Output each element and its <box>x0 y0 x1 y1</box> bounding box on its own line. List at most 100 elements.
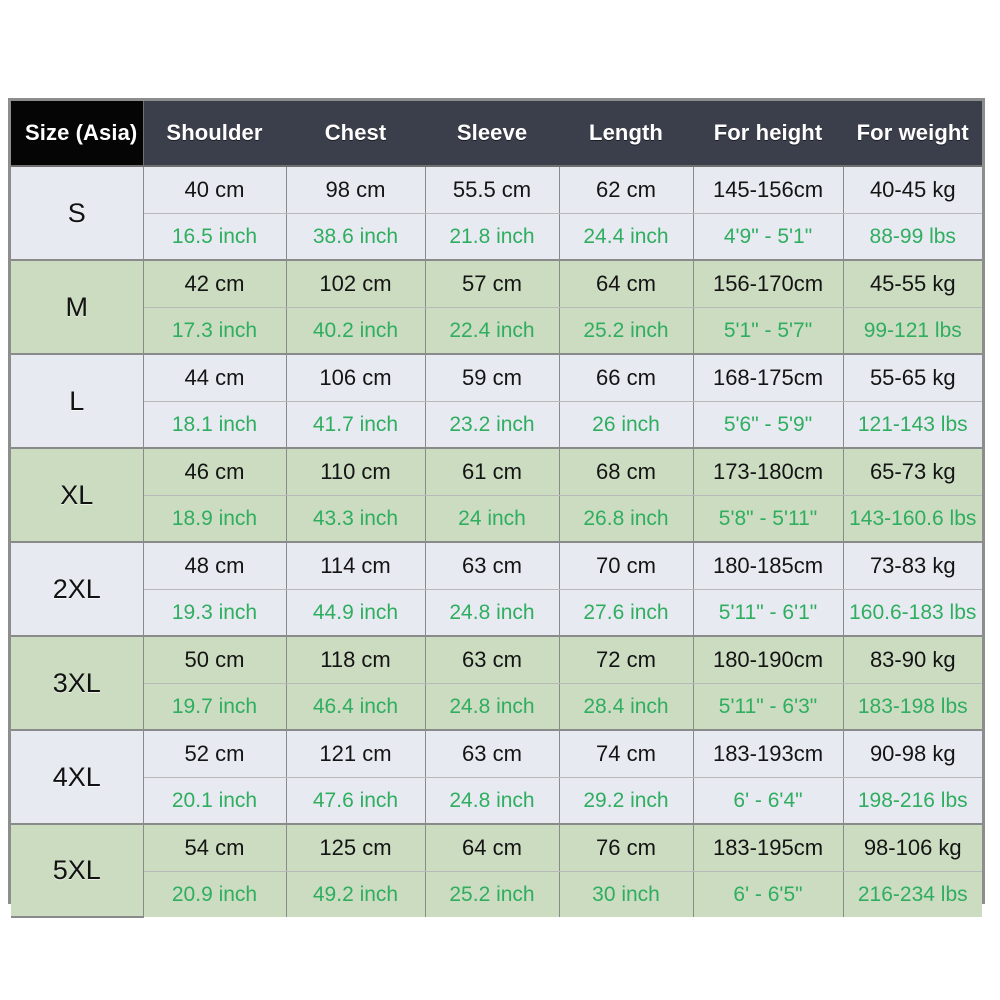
cell-cm: 63 cm <box>425 730 559 778</box>
cell-cm: 73-83 kg <box>843 542 982 590</box>
column-header-sleeve: Sleeve <box>425 101 559 166</box>
table-row: 3XL50 cm118 cm63 cm72 cm180-190cm83-90 k… <box>11 636 982 684</box>
size-label-l: L <box>11 354 143 448</box>
cell-inch: 143-160.6 lbs <box>843 496 982 543</box>
cell-inch: 24.8 inch <box>425 684 559 731</box>
cell-cm: 57 cm <box>425 260 559 308</box>
cell-inch: 160.6-183 lbs <box>843 590 982 637</box>
cell-inch: 6' - 6'4" <box>693 778 843 825</box>
cell-cm: 114 cm <box>286 542 425 590</box>
cell-cm: 173-180cm <box>693 448 843 496</box>
table-body: S40 cm98 cm55.5 cm62 cm145-156cm40-45 kg… <box>11 166 982 917</box>
size-chart-container: Size (Asia) Shoulder Chest Sleeve Length… <box>8 98 985 904</box>
cell-inch: 99-121 lbs <box>843 308 982 355</box>
cell-cm: 48 cm <box>143 542 286 590</box>
cell-cm: 40-45 kg <box>843 166 982 214</box>
cell-inch: 5'11" - 6'3" <box>693 684 843 731</box>
cell-cm: 52 cm <box>143 730 286 778</box>
cell-inch: 29.2 inch <box>559 778 693 825</box>
cell-inch: 24 inch <box>425 496 559 543</box>
cell-cm: 183-195cm <box>693 824 843 872</box>
cell-inch: 24.4 inch <box>559 214 693 261</box>
table-row: 5XL54 cm125 cm64 cm76 cm183-195cm98-106 … <box>11 824 982 872</box>
cell-inch: 38.6 inch <box>286 214 425 261</box>
cell-inch: 41.7 inch <box>286 402 425 449</box>
cell-inch: 18.9 inch <box>143 496 286 543</box>
cell-cm: 183-193cm <box>693 730 843 778</box>
cell-cm: 156-170cm <box>693 260 843 308</box>
size-chart-table: Size (Asia) Shoulder Chest Sleeve Length… <box>11 101 982 918</box>
cell-cm: 102 cm <box>286 260 425 308</box>
cell-cm: 55.5 cm <box>425 166 559 214</box>
cell-cm: 64 cm <box>425 824 559 872</box>
cell-inch: 28.4 inch <box>559 684 693 731</box>
size-label-s: S <box>11 166 143 260</box>
cell-cm: 98 cm <box>286 166 425 214</box>
cell-inch: 26 inch <box>559 402 693 449</box>
cell-inch: 19.3 inch <box>143 590 286 637</box>
column-header-chest: Chest <box>286 101 425 166</box>
cell-inch: 5'8" - 5'11" <box>693 496 843 543</box>
cell-cm: 50 cm <box>143 636 286 684</box>
cell-inch: 216-234 lbs <box>843 872 982 918</box>
cell-cm: 62 cm <box>559 166 693 214</box>
cell-inch: 43.3 inch <box>286 496 425 543</box>
cell-cm: 180-190cm <box>693 636 843 684</box>
cell-inch: 16.5 inch <box>143 214 286 261</box>
cell-cm: 83-90 kg <box>843 636 982 684</box>
size-label-3xl: 3XL <box>11 636 143 730</box>
cell-inch: 26.8 inch <box>559 496 693 543</box>
cell-inch: 49.2 inch <box>286 872 425 918</box>
cell-cm: 70 cm <box>559 542 693 590</box>
cell-inch: 30 inch <box>559 872 693 918</box>
cell-inch: 5'11" - 6'1" <box>693 590 843 637</box>
cell-inch: 24.8 inch <box>425 590 559 637</box>
table-row: 19.3 inch44.9 inch24.8 inch27.6 inch5'11… <box>11 590 982 637</box>
size-label-5xl: 5XL <box>11 824 143 917</box>
cell-inch: 17.3 inch <box>143 308 286 355</box>
table-row: L44 cm106 cm59 cm66 cm168-175cm55-65 kg <box>11 354 982 402</box>
cell-inch: 25.2 inch <box>559 308 693 355</box>
cell-cm: 65-73 kg <box>843 448 982 496</box>
table-row: 18.1 inch41.7 inch23.2 inch26 inch5'6" -… <box>11 402 982 449</box>
cell-inch: 47.6 inch <box>286 778 425 825</box>
cell-inch: 19.7 inch <box>143 684 286 731</box>
cell-cm: 63 cm <box>425 636 559 684</box>
table-row: 17.3 inch40.2 inch22.4 inch25.2 inch5'1"… <box>11 308 982 355</box>
table-header: Size (Asia) Shoulder Chest Sleeve Length… <box>11 101 982 166</box>
cell-cm: 90-98 kg <box>843 730 982 778</box>
cell-cm: 168-175cm <box>693 354 843 402</box>
table-row: M42 cm102 cm57 cm64 cm156-170cm45-55 kg <box>11 260 982 308</box>
cell-inch: 6' - 6'5" <box>693 872 843 918</box>
column-header-length: Length <box>559 101 693 166</box>
page-root: Size (Asia) Shoulder Chest Sleeve Length… <box>0 0 1000 1000</box>
cell-cm: 54 cm <box>143 824 286 872</box>
cell-cm: 40 cm <box>143 166 286 214</box>
cell-inch: 40.2 inch <box>286 308 425 355</box>
cell-cm: 118 cm <box>286 636 425 684</box>
cell-cm: 46 cm <box>143 448 286 496</box>
cell-inch: 18.1 inch <box>143 402 286 449</box>
size-label-m: M <box>11 260 143 354</box>
column-header-for-weight: For weight <box>843 101 982 166</box>
cell-cm: 63 cm <box>425 542 559 590</box>
table-row: 18.9 inch43.3 inch24 inch26.8 inch5'8" -… <box>11 496 982 543</box>
cell-inch: 5'1" - 5'7" <box>693 308 843 355</box>
cell-cm: 55-65 kg <box>843 354 982 402</box>
cell-cm: 72 cm <box>559 636 693 684</box>
cell-inch: 46.4 inch <box>286 684 425 731</box>
cell-inch: 24.8 inch <box>425 778 559 825</box>
cell-cm: 180-185cm <box>693 542 843 590</box>
cell-inch: 22.4 inch <box>425 308 559 355</box>
column-header-for-height: For height <box>693 101 843 166</box>
header-row: Size (Asia) Shoulder Chest Sleeve Length… <box>11 101 982 166</box>
cell-cm: 121 cm <box>286 730 425 778</box>
cell-cm: 76 cm <box>559 824 693 872</box>
table-row: 16.5 inch38.6 inch21.8 inch24.4 inch4'9"… <box>11 214 982 261</box>
table-row: 20.9 inch49.2 inch25.2 inch30 inch6' - 6… <box>11 872 982 918</box>
cell-inch: 5'6" - 5'9" <box>693 402 843 449</box>
cell-inch: 20.9 inch <box>143 872 286 918</box>
cell-cm: 44 cm <box>143 354 286 402</box>
table-row: 19.7 inch46.4 inch24.8 inch28.4 inch5'11… <box>11 684 982 731</box>
cell-cm: 98-106 kg <box>843 824 982 872</box>
